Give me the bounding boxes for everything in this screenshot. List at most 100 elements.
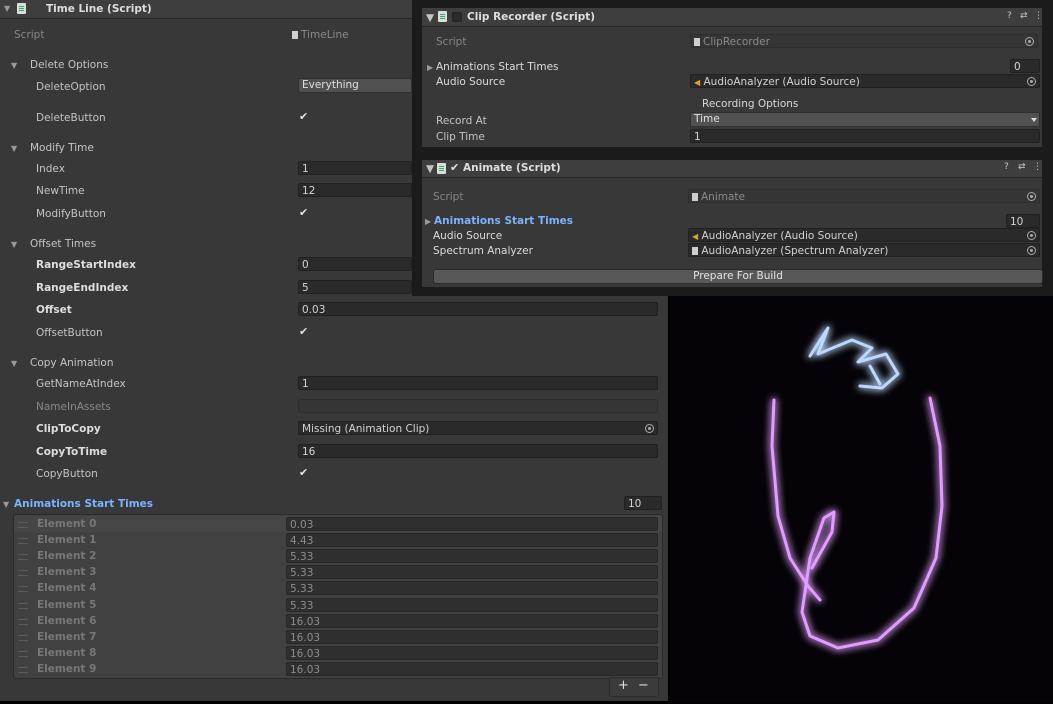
audio-source-field[interactable]: ◀ AudioAnalyzer (Audio Source): [688, 228, 1040, 242]
element-value-field[interactable]: 16.03: [286, 629, 658, 644]
object-picker-icon[interactable]: [1027, 192, 1036, 201]
neon-stroke-purple-2: [800, 396, 944, 650]
element-value-field[interactable]: 5.33: [286, 581, 658, 596]
record-at-dropdown[interactable]: Time: [690, 112, 1040, 127]
foldout-arrow-icon[interactable]: ▼: [11, 144, 17, 153]
element-label: Element 4: [37, 582, 97, 595]
enable-checkbox[interactable]: [452, 12, 462, 22]
element-value-field[interactable]: 5.33: [286, 565, 658, 580]
audio-source-icon: ◀: [694, 78, 701, 87]
anim-list-size-field[interactable]: 10: [624, 496, 662, 510]
preset-icon[interactable]: ⇄: [1020, 11, 1028, 21]
enable-checkbox[interactable]: ✔: [450, 161, 459, 174]
offset-button-checkbox[interactable]: ✔: [299, 325, 308, 338]
drag-handle-icon[interactable]: [18, 554, 28, 561]
delete-button-checkbox[interactable]: ✔: [299, 110, 308, 123]
foldout-arrow-icon[interactable]: ▼: [11, 359, 17, 368]
preset-icon[interactable]: ⇄: [1018, 162, 1026, 172]
element-value-field[interactable]: 16.03: [286, 645, 658, 660]
drag-handle-icon[interactable]: [18, 602, 28, 609]
add-element-button[interactable]: +: [618, 678, 629, 693]
newtime-field[interactable]: 12: [298, 183, 412, 197]
script-label: Script: [433, 191, 464, 203]
delete-options-header[interactable]: Delete Options: [30, 59, 108, 71]
recording-options-header: Recording Options: [702, 98, 799, 110]
drag-handle-icon[interactable]: [18, 650, 28, 657]
element-value-field[interactable]: 16.03: [286, 661, 658, 676]
collapse-arrow-icon[interactable]: ▼: [426, 163, 434, 175]
foldout-arrow-icon[interactable]: ▼: [11, 240, 17, 249]
anim-start-size-field[interactable]: 10: [1006, 214, 1040, 228]
audio-source-field[interactable]: ◀ AudioAnalyzer (Audio Source): [690, 74, 1040, 88]
index-field[interactable]: 1: [298, 161, 412, 175]
delete-button-label: DeleteButton: [36, 112, 106, 124]
anim-start-size-field[interactable]: 0: [1010, 59, 1040, 73]
drag-handle-icon[interactable]: [18, 618, 28, 625]
element-value-field[interactable]: 5.33: [286, 549, 658, 564]
record-at-label: Record At: [436, 115, 487, 127]
object-picker-icon[interactable]: [1027, 77, 1036, 86]
spectrum-analyzer-field[interactable]: AudioAnalyzer (Spectrum Analyzer): [688, 243, 1040, 257]
copy-button-checkbox[interactable]: ✔: [299, 466, 308, 479]
object-picker-icon[interactable]: [1027, 246, 1036, 255]
offset-times-header[interactable]: Offset Times: [30, 238, 96, 250]
range-end-field[interactable]: 5: [298, 280, 412, 294]
clip-recorder-header[interactable]: ▼ Clip Recorder (Script) ? ⇄ ⋮: [422, 8, 1043, 27]
more-options-icon[interactable]: ⋮: [1034, 11, 1043, 21]
script-value: Animate: [701, 191, 745, 203]
element-value-field[interactable]: 16.03: [286, 613, 658, 628]
anim-start-times-foldout[interactable]: Animations Start Times: [436, 61, 559, 73]
prepare-for-build-button[interactable]: Prepare For Build: [433, 269, 1043, 284]
clip-to-copy-label: ClipToCopy: [36, 423, 101, 435]
foldout-arrow-icon[interactable]: ▶: [425, 217, 431, 226]
audio-source-icon: ◀: [692, 232, 699, 241]
element-value-field[interactable]: 0.03: [286, 517, 658, 531]
drag-handle-icon[interactable]: [18, 538, 28, 545]
audio-source-value: AudioAnalyzer (Audio Source): [701, 230, 858, 242]
script-field[interactable]: TimeLine: [288, 28, 412, 42]
object-picker-icon[interactable]: [1025, 37, 1034, 46]
clip-to-copy-field[interactable]: Missing (Animation Clip): [298, 421, 658, 435]
delete-option-label: DeleteOption: [36, 81, 106, 93]
more-options-icon[interactable]: ⋮: [1033, 162, 1042, 172]
offset-field[interactable]: 0.03: [298, 302, 658, 316]
anim-start-times-foldout[interactable]: Animations Start Times: [434, 215, 573, 227]
foldout-arrow-icon[interactable]: ▼: [3, 500, 9, 509]
audio-source-label: Audio Source: [436, 76, 506, 88]
modify-button-checkbox[interactable]: ✔: [299, 206, 308, 219]
modify-time-header[interactable]: Modify Time: [30, 142, 94, 154]
copy-animation-header[interactable]: Copy Animation: [30, 357, 114, 369]
range-start-label: RangeStartIndex: [36, 259, 136, 271]
audio-source-label: Audio Source: [433, 230, 503, 242]
foldout-arrow-icon[interactable]: ▼: [11, 61, 17, 70]
anim-list-header[interactable]: Animations Start Times: [14, 498, 153, 510]
delete-option-dropdown[interactable]: Everything: [298, 78, 412, 93]
script-field[interactable]: ClipRecorder: [690, 34, 1038, 48]
drag-handle-icon[interactable]: [18, 522, 28, 528]
drag-handle-icon[interactable]: [18, 586, 28, 593]
copy-to-time-label: CopyToTime: [36, 446, 108, 458]
collapse-arrow-icon[interactable]: ▼: [4, 4, 10, 13]
element-value-field[interactable]: 5.33: [286, 597, 658, 612]
help-icon[interactable]: ?: [1004, 162, 1009, 172]
drag-handle-icon[interactable]: [18, 634, 28, 641]
collapse-arrow-icon[interactable]: ▼: [426, 12, 434, 24]
drag-handle-icon[interactable]: [18, 570, 28, 577]
element-value-field[interactable]: 4.43: [286, 533, 658, 548]
get-name-field[interactable]: 1: [298, 376, 658, 390]
object-picker-icon[interactable]: [645, 424, 654, 433]
element-label: Element 9: [37, 662, 97, 675]
help-icon[interactable]: ?: [1007, 11, 1012, 21]
drag-handle-icon[interactable]: [18, 666, 28, 673]
remove-element-button[interactable]: −: [638, 678, 649, 693]
object-picker-icon[interactable]: [1027, 231, 1036, 240]
floating-inspector-window: ▼ Clip Recorder (Script) ? ⇄ ⋮ Script Cl…: [412, 0, 1053, 296]
range-start-field[interactable]: 0: [298, 257, 412, 271]
spectrum-analyzer-value: AudioAnalyzer (Spectrum Analyzer): [701, 245, 889, 257]
clip-to-copy-value: Missing (Animation Clip): [302, 423, 430, 435]
animate-header[interactable]: ▼ ✔ Animate (Script) ? ⇄ ⋮: [422, 160, 1042, 178]
foldout-arrow-icon[interactable]: ▶: [427, 63, 433, 72]
script-field[interactable]: Animate: [688, 189, 1040, 203]
clip-time-field[interactable]: 1: [690, 129, 1040, 143]
copy-to-time-field[interactable]: 16: [298, 444, 658, 458]
